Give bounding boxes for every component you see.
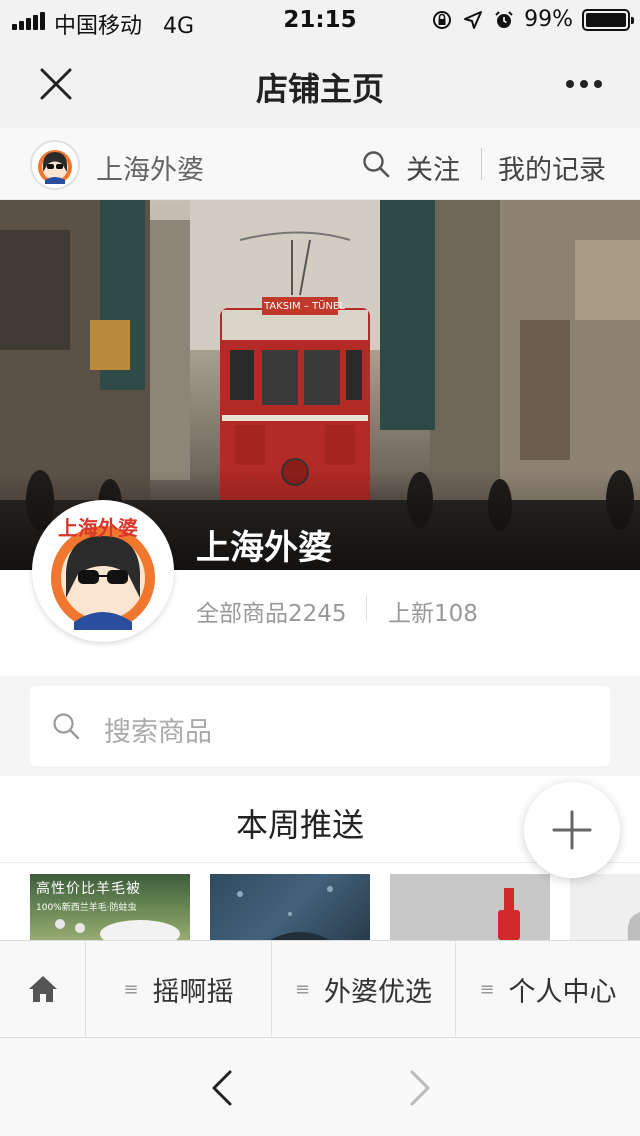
avatar-shop-label: 上海外婆 (58, 516, 138, 540)
more-icon[interactable] (564, 76, 604, 92)
browser-bar (0, 1038, 640, 1136)
my-records-button[interactable]: 我的记录 (498, 148, 606, 187)
tab-label: 外婆优选 (324, 976, 433, 1008)
search-icon (53, 713, 80, 740)
menu-icon: ≡ (123, 978, 139, 1000)
orientation-lock-icon (433, 10, 452, 29)
search-icon[interactable] (362, 150, 390, 178)
alarm-icon (495, 10, 513, 28)
tab-home[interactable] (0, 941, 86, 1037)
weekly-title: 本周推送 (235, 806, 364, 844)
product-image (627, 912, 640, 940)
tab-bar: ≡ 摇啊摇 ≡ 外婆优选 ≡ 个人中心 (0, 940, 640, 1038)
menu-icon: ≡ (479, 978, 495, 1000)
product-thumb[interactable] (570, 874, 640, 940)
tab-profile[interactable]: ≡ 个人中心 (456, 941, 640, 1037)
product-thumb[interactable] (390, 874, 550, 940)
tab-label: 个人中心 (508, 976, 617, 1008)
plus-icon (552, 810, 592, 850)
stat-divider (366, 596, 367, 620)
add-fab-button[interactable] (524, 782, 620, 878)
product-image (237, 886, 333, 940)
product-image (498, 888, 520, 940)
shop-avatar[interactable]: 上海外婆 (32, 500, 174, 642)
page-title: 店铺主页 (255, 70, 384, 108)
shop-avatar-small[interactable] (30, 140, 80, 190)
search-section: 搜索商品 (0, 676, 640, 776)
battery-fill (586, 12, 626, 27)
tram-sign: TAKSIM – TÜNEL (264, 301, 345, 312)
shop-title: 上海外婆 (196, 528, 332, 568)
status-bar: 中国移动 4G 21:15 99% (0, 0, 640, 40)
header-divider (481, 148, 482, 180)
nav-bar: 店铺主页 (0, 40, 640, 128)
product-thumb[interactable]: 高性价比羊毛被 100%新西兰羊毛·防蛀虫 (30, 874, 190, 940)
shop-name-small[interactable]: 上海外婆 (96, 148, 204, 187)
tab-label: 摇啊摇 (152, 976, 234, 1008)
new-items-count[interactable]: 上新108 (388, 594, 478, 628)
follow-button[interactable]: 关注 (406, 148, 460, 187)
battery-percent: 99% (524, 7, 573, 32)
search-placeholder: 搜索商品 (104, 717, 212, 748)
tab-shake[interactable]: ≡ 摇啊摇 (86, 941, 272, 1037)
back-arrow-icon[interactable] (204, 1068, 240, 1108)
shop-header: 上海外婆 关注 我的记录 (0, 128, 640, 200)
battery-icon (582, 8, 634, 31)
home-icon (28, 976, 57, 1002)
tab-selection[interactable]: ≡ 外婆优选 (272, 941, 456, 1037)
wool-quilt-image (55, 919, 180, 940)
location-arrow-icon (464, 10, 483, 29)
menu-icon: ≡ (294, 978, 311, 1000)
product-thumb[interactable] (210, 874, 370, 940)
all-items-count[interactable]: 全部商品2245 (196, 594, 347, 628)
search-input[interactable]: 搜索商品 (30, 686, 610, 766)
forward-arrow-icon[interactable] (402, 1068, 438, 1108)
